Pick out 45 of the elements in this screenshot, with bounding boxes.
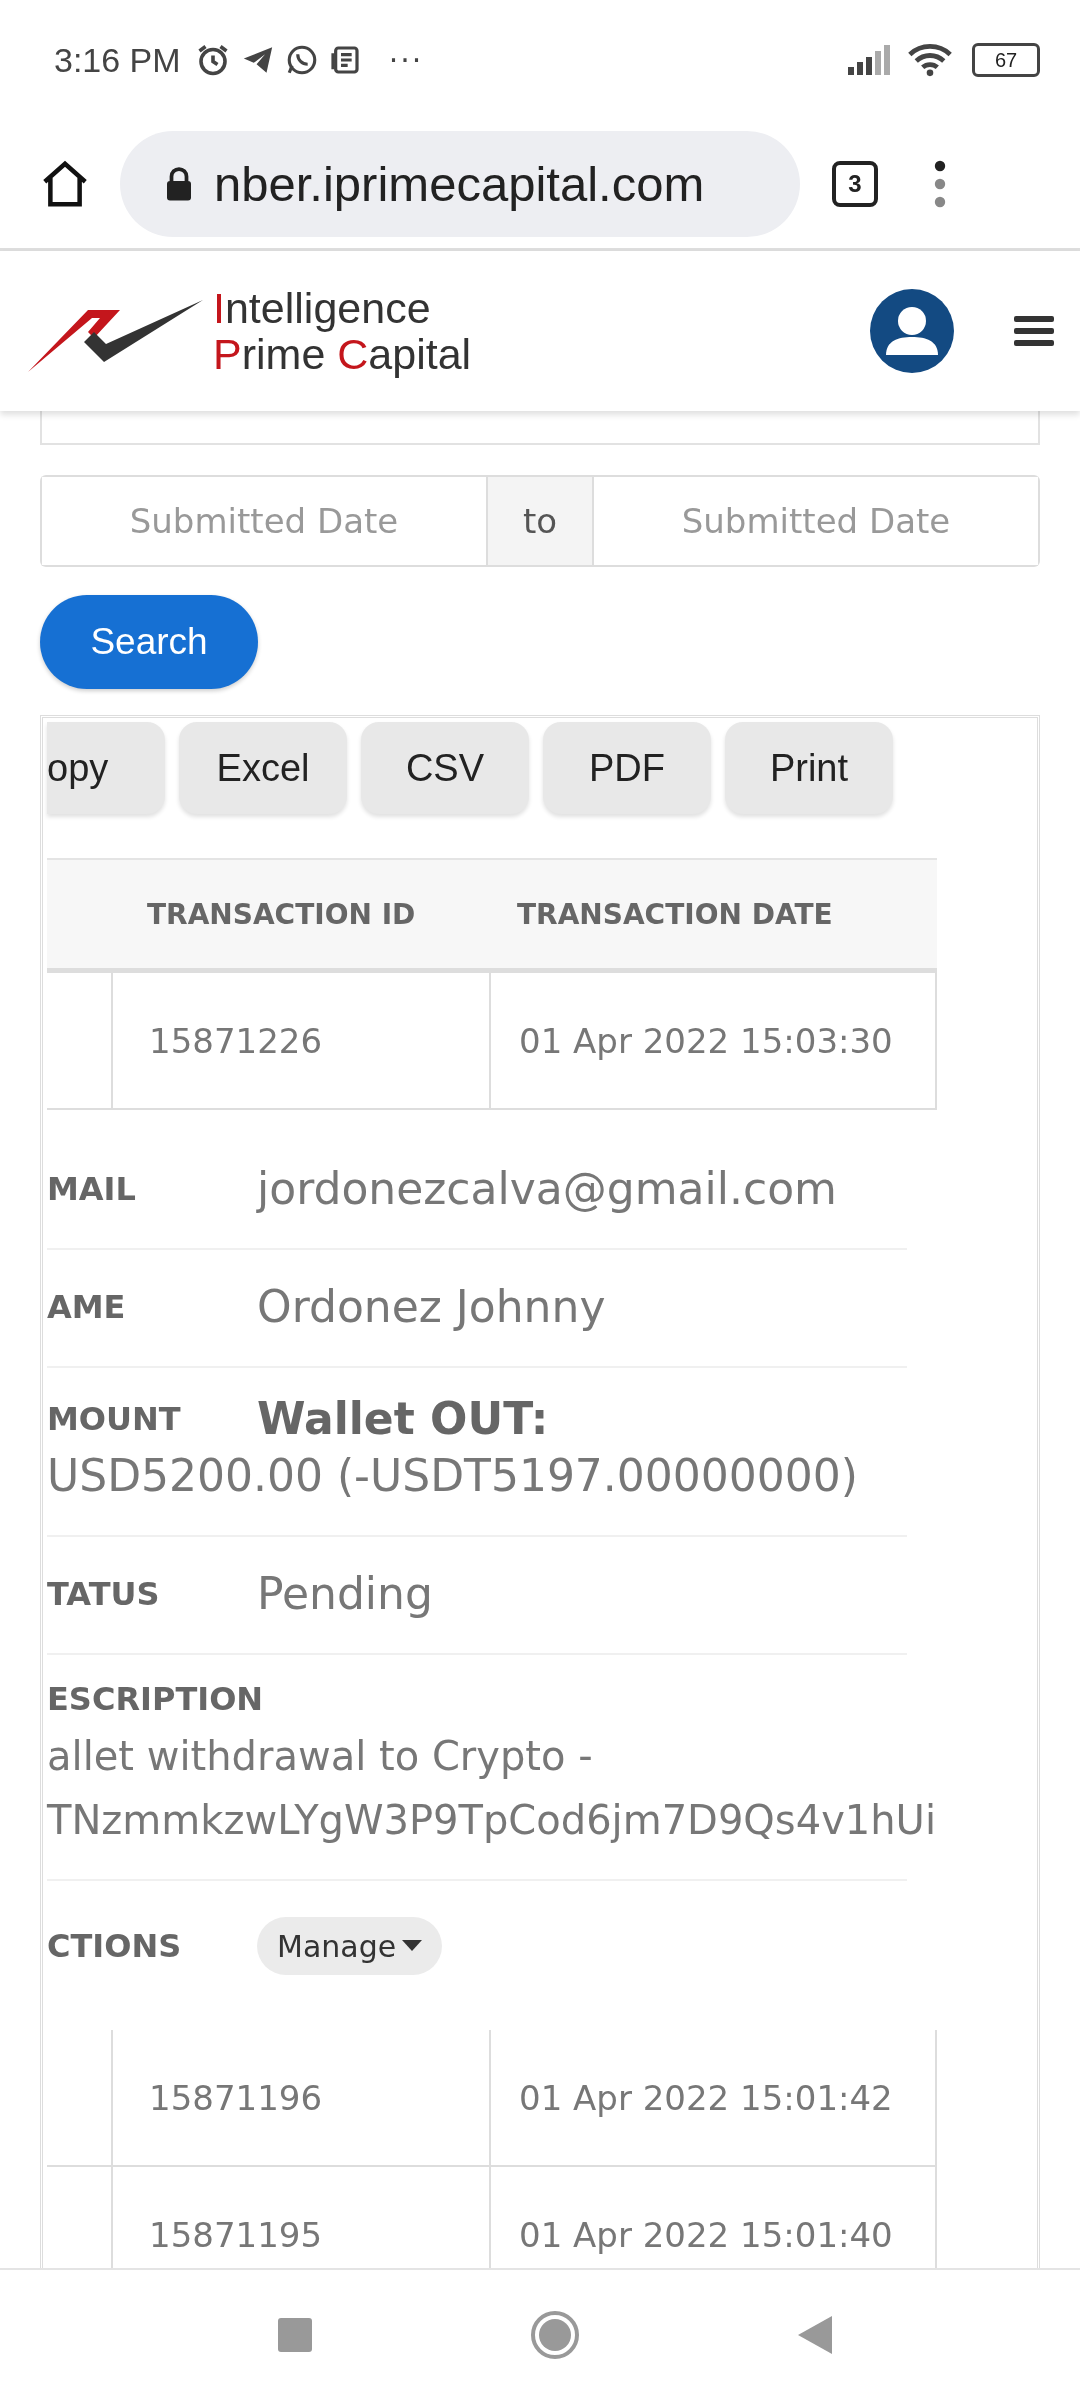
- news-icon: [328, 44, 361, 76]
- detail-label: CTIONS: [47, 1927, 183, 1965]
- tab-count-button[interactable]: 3: [832, 161, 878, 207]
- export-button[interactable]: opy: [47, 722, 165, 814]
- export-button[interactable]: Excel: [179, 722, 347, 814]
- detail-value: Ordonez Johnny: [257, 1280, 606, 1334]
- battery-icon: 67: [972, 43, 1040, 77]
- table-cell: 01 Apr 2022 15:01:40: [519, 2214, 893, 2255]
- user-avatar-icon[interactable]: [870, 289, 954, 373]
- detail-label: MOUNT: [47, 1399, 182, 1438]
- date-to-field[interactable]: Submitted Date: [594, 475, 1040, 567]
- table-header-cell-text: TRANSACTION ID: [146, 896, 417, 933]
- export-button[interactable]: CSV: [361, 722, 529, 814]
- manage-dropdown[interactable]: Manage: [257, 1917, 443, 1975]
- menu-icon[interactable]: [1014, 314, 1054, 348]
- more-notifications: ···: [388, 42, 424, 78]
- lock-icon: [164, 166, 194, 202]
- description-text: allet withdrawal to Crypto -: [47, 1732, 593, 1781]
- table-cell: 15871226: [149, 1020, 323, 1061]
- detail-value: jordonezcalva@gmail.com: [257, 1162, 837, 1216]
- caret-icon: [402, 1940, 423, 1952]
- address-bar[interactable]: nber.iprimecapital.com: [120, 131, 800, 237]
- status-time: 3:16 PM: [54, 40, 181, 80]
- table-cell: 15871196: [149, 2077, 323, 2118]
- detail-label: TATUS: [47, 1575, 161, 1613]
- export-button[interactable]: Print: [725, 722, 893, 814]
- date-from-field[interactable]: Submitted Date: [40, 475, 486, 567]
- menu-icon[interactable]: [932, 159, 948, 209]
- wifi-icon: [908, 43, 952, 77]
- table-cell: 01 Apr 2022 15:01:42: [519, 2077, 893, 2118]
- table-cell: 15871195: [149, 2214, 323, 2255]
- table-header-cell-text: TRANSACTION DATE: [516, 896, 834, 933]
- detail-label: MAIL: [47, 1170, 137, 1208]
- amount-heading: Wallet OUT:: [257, 1393, 549, 1444]
- table-cell: 01 Apr 2022 15:03:30: [519, 1020, 893, 1061]
- back-icon[interactable]: [798, 2316, 832, 2354]
- description-text: TNzmmkzwLYgW3P9TpCod6jm7D9Qs4v1hUi: [47, 1796, 936, 1845]
- date-separator: to: [486, 475, 594, 567]
- search-button[interactable]: Search: [40, 595, 258, 689]
- amount-value: USD5200.00 (-USDT5197.00000000): [47, 1449, 858, 1503]
- detail-label: AME: [47, 1288, 127, 1326]
- detail-value: Pending: [257, 1567, 433, 1621]
- home-button-icon[interactable]: [530, 2310, 580, 2360]
- export-button[interactable]: PDF: [543, 722, 711, 814]
- brand-name: Intelligence Prime Capital: [213, 285, 472, 377]
